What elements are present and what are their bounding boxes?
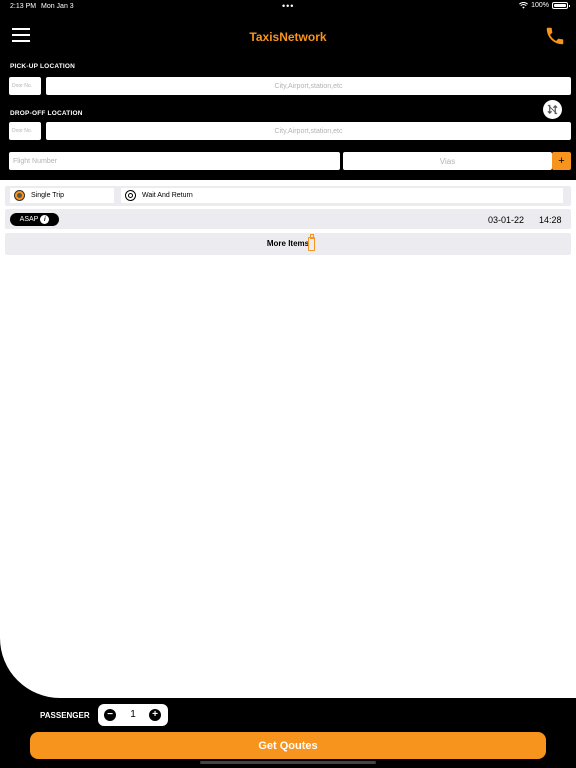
nav-header: TaxisNetwork (0, 22, 576, 52)
asap-button[interactable]: ASAP i (10, 213, 59, 226)
dropoff-door-input[interactable]: Door No. (9, 122, 41, 140)
passenger-label: PASSENGER (40, 711, 90, 720)
flight-number-input[interactable]: Flight Number (9, 152, 340, 170)
single-trip-label: Single Trip (31, 192, 65, 199)
radio-unselected-icon (125, 190, 136, 201)
status-indicators: 100% (519, 2, 570, 9)
status-time: 2:13 PM (10, 3, 37, 10)
home-indicator[interactable] (200, 761, 376, 764)
pickup-location-input[interactable]: City,Airport,station,etc (46, 77, 571, 95)
phone-icon[interactable] (544, 25, 566, 47)
status-bar: 2:13 PM Mon Jan 3 ••• 100% (0, 0, 576, 14)
trip-type-row: Single Trip Wait And Return (5, 186, 571, 206)
wait-and-return-option[interactable]: Wait And Return (121, 188, 563, 203)
dropoff-label: DROP-OFF LOCATION (10, 110, 83, 117)
vias-input[interactable]: Vias (343, 152, 552, 170)
radio-selected-icon (14, 190, 25, 201)
dropoff-location-input[interactable]: City,Airport,station,etc (46, 122, 571, 140)
pickup-time[interactable]: 14:28 (539, 215, 562, 225)
pickup-door-input[interactable]: Door No. (9, 77, 41, 95)
luggage-icon (308, 234, 315, 251)
passenger-stepper: − 1 + (98, 704, 168, 726)
add-via-button[interactable]: + (552, 152, 571, 170)
schedule-row: ASAP i 03-01-22 14:28 (5, 209, 571, 229)
wifi-icon (519, 2, 529, 9)
pickup-date[interactable]: 03-01-22 (488, 215, 524, 225)
more-items-label: More Items (266, 239, 310, 248)
status-date: Mon Jan 3 (41, 3, 74, 10)
info-icon: i (40, 215, 50, 224)
get-quotes-button[interactable]: Get Qoutes (30, 732, 546, 759)
pickup-label: PICK-UP LOCATION (10, 63, 76, 70)
content-panel (0, 180, 576, 698)
multitask-dots-icon[interactable]: ••• (282, 1, 294, 11)
single-trip-option[interactable]: Single Trip (10, 188, 114, 203)
battery-percent: 100% (531, 2, 549, 9)
increment-passenger-button[interactable]: + (149, 709, 161, 721)
swap-locations-button[interactable] (543, 100, 562, 119)
more-items-button[interactable]: More Items (5, 233, 571, 255)
swap-icon (547, 104, 558, 115)
battery-icon (552, 2, 570, 9)
asap-label: ASAP (19, 216, 39, 223)
wait-and-return-label: Wait And Return (142, 192, 193, 199)
app-title: TaxisNetwork (249, 30, 327, 44)
